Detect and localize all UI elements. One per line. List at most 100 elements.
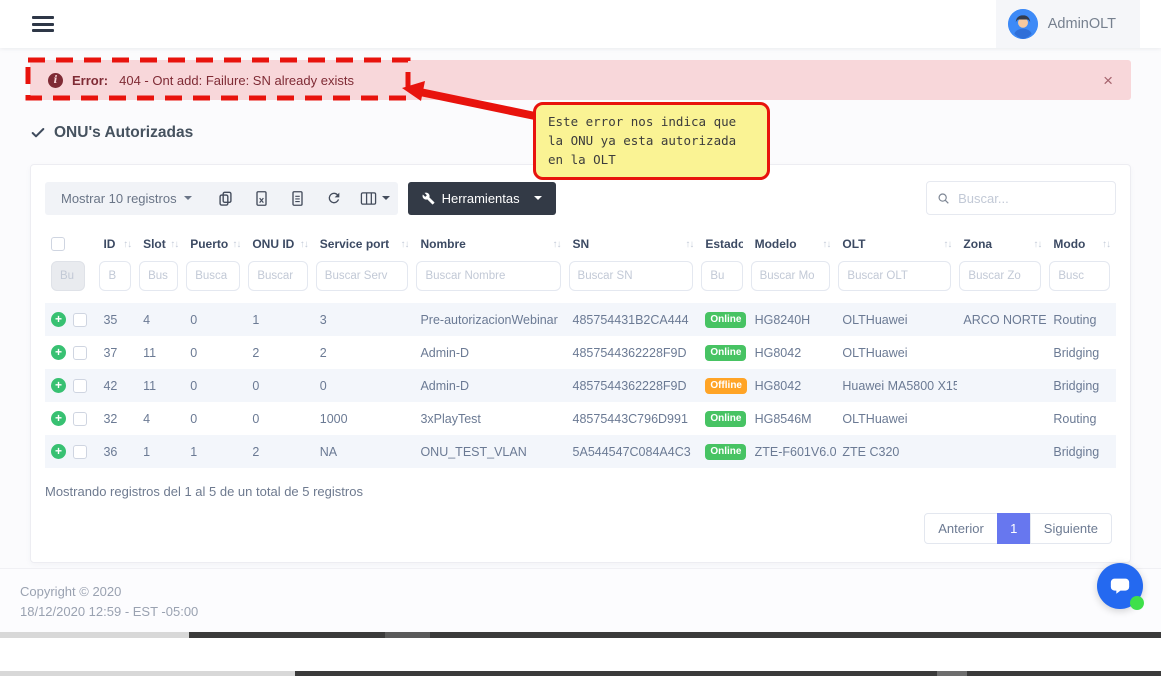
filter-input-modelo[interactable]: [751, 261, 831, 291]
cell-onu_id: 2: [246, 435, 313, 468]
filter-input-id[interactable]: [99, 261, 131, 291]
cell-modelo: HG8042: [749, 336, 837, 369]
row-checkbox[interactable]: [73, 346, 87, 360]
chevron-down-icon: [184, 196, 192, 200]
column-header-id[interactable]: ID↑↓: [97, 229, 137, 259]
filter-input-puerto[interactable]: [186, 261, 240, 291]
sort-icon[interactable]: ↑↓: [553, 239, 561, 250]
column-header-modelo[interactable]: Modelo↑↓: [749, 229, 837, 259]
cell-olt: OLTHuawei: [836, 303, 957, 336]
file-export-icon[interactable]: [280, 182, 316, 215]
column-header-puerto[interactable]: Puerto↑↓: [184, 229, 246, 259]
filter-input-onu_id[interactable]: [248, 261, 307, 291]
filter-input-nombre[interactable]: [416, 261, 560, 291]
excel-export-icon[interactable]: [244, 182, 280, 215]
table-row: +3240010003xPlayTest48575443C796D991Onli…: [45, 402, 1116, 435]
error-alert: i Error: 404 - Ont add: Failure: SN alre…: [30, 60, 1131, 100]
expand-row-icon[interactable]: +: [51, 444, 66, 459]
sort-icon[interactable]: ↑↓: [1102, 239, 1110, 250]
sort-icon[interactable]: ↑↓: [943, 239, 951, 250]
search-input[interactable]: [958, 191, 1105, 206]
cell-puerto: 0: [184, 369, 246, 402]
pagination-next[interactable]: Siguiente: [1030, 513, 1112, 544]
filter-cell-estado: [699, 259, 748, 303]
pagination-page-1[interactable]: 1: [997, 513, 1031, 544]
info-circle-icon: i: [48, 73, 63, 88]
cell-modo: Routing: [1047, 402, 1116, 435]
column-header-nombre[interactable]: Nombre↑↓: [414, 229, 566, 259]
status-badge: Online: [705, 411, 746, 427]
column-header-service_port[interactable]: Service port↑↓: [314, 229, 415, 259]
cell-estado: Online: [699, 402, 748, 435]
cell-nombre: ONU_TEST_VLAN: [414, 435, 566, 468]
alert-close-icon[interactable]: ×: [1103, 72, 1113, 89]
column-header-zona[interactable]: Zona↑↓: [957, 229, 1047, 259]
cell-nombre: Pre-autorizacionWebinar: [414, 303, 566, 336]
filter-input-olt[interactable]: [838, 261, 951, 291]
table-info: Mostrando registros del 1 al 5 de un tot…: [41, 484, 1120, 499]
sort-icon[interactable]: ↑↓: [232, 239, 240, 250]
column-header-sn[interactable]: SN↑↓: [567, 229, 700, 259]
cell-slot: 4: [137, 402, 184, 435]
expand-row-icon[interactable]: +: [51, 378, 66, 393]
filter-input-estado[interactable]: [701, 261, 742, 291]
column-header-onu_id[interactable]: ONU ID↑↓: [246, 229, 313, 259]
expand-row-icon[interactable]: +: [51, 312, 66, 327]
column-header-slot[interactable]: Slot↑↓: [137, 229, 184, 259]
sort-icon[interactable]: ↑↓: [300, 239, 308, 250]
cell-nombre: Admin-D: [414, 369, 566, 402]
row-checkbox[interactable]: [73, 445, 87, 459]
column-header-modo[interactable]: Modo↑↓: [1047, 229, 1116, 259]
pagination-previous[interactable]: Anterior: [924, 513, 998, 544]
select-all-checkbox[interactable]: [51, 237, 65, 251]
chat-widget-button[interactable]: [1097, 563, 1143, 609]
copy-icon[interactable]: [208, 182, 244, 215]
filter-input-zona[interactable]: [959, 261, 1041, 291]
cell-select: +: [45, 303, 97, 336]
sort-icon[interactable]: ↑↓: [822, 239, 830, 250]
filter-cell-nombre: [414, 259, 566, 303]
cell-sn: 5A544547C084A4C3: [567, 435, 700, 468]
page-footer: Copyright © 2020 18/12/2020 12:59 - EST …: [0, 568, 1161, 632]
column-header-select: [45, 229, 97, 259]
sort-icon[interactable]: ↑↓: [685, 239, 693, 250]
cell-modo: Routing: [1047, 303, 1116, 336]
table-toolbar: Mostrar 10 registros: [41, 181, 1120, 215]
cell-estado: Online: [699, 435, 748, 468]
filter-input-slot[interactable]: [139, 261, 178, 291]
show-entries-label: Mostrar 10 registros: [61, 191, 177, 206]
refresh-icon[interactable]: [316, 182, 352, 215]
sort-icon[interactable]: ↑↓: [170, 239, 178, 250]
filter-input-service_port[interactable]: [316, 261, 409, 291]
status-badge: Online: [705, 345, 746, 361]
cell-olt: OLTHuawei: [836, 402, 957, 435]
cell-service_port: NA: [314, 435, 415, 468]
filter-input-sn[interactable]: [569, 261, 694, 291]
row-checkbox[interactable]: [73, 379, 87, 393]
cell-slot: 11: [137, 336, 184, 369]
filter-input-modo[interactable]: [1049, 261, 1110, 291]
cell-id: 36: [97, 435, 137, 468]
column-header-olt[interactable]: OLT↑↓: [836, 229, 957, 259]
expand-row-icon[interactable]: +: [51, 411, 66, 426]
cell-service_port: 1000: [314, 402, 415, 435]
sort-icon[interactable]: ↑↓: [400, 239, 408, 250]
cell-modelo: HG8546M: [749, 402, 837, 435]
tools-button[interactable]: Herramientas: [408, 182, 556, 215]
cell-zona: [957, 336, 1047, 369]
filter-input-select: [51, 261, 85, 291]
row-checkbox[interactable]: [73, 313, 87, 327]
sort-icon[interactable]: ↑↓: [123, 239, 131, 250]
table-row: +3711022Admin-D4857544362228F9DOnlineHG8…: [45, 336, 1116, 369]
hamburger-menu-icon[interactable]: [32, 13, 54, 36]
column-visibility-icon[interactable]: [352, 182, 398, 215]
user-menu[interactable]: AdminOLT: [996, 0, 1140, 48]
search-icon: [937, 191, 950, 206]
filter-cell-zona: [957, 259, 1047, 303]
expand-row-icon[interactable]: +: [51, 345, 66, 360]
cell-estado: Online: [699, 303, 748, 336]
row-checkbox[interactable]: [73, 412, 87, 426]
show-entries-dropdown[interactable]: Mostrar 10 registros: [45, 182, 208, 215]
table-row: +4211000Admin-D4857544362228F9DOfflineHG…: [45, 369, 1116, 402]
sort-icon[interactable]: ↑↓: [1033, 239, 1041, 250]
